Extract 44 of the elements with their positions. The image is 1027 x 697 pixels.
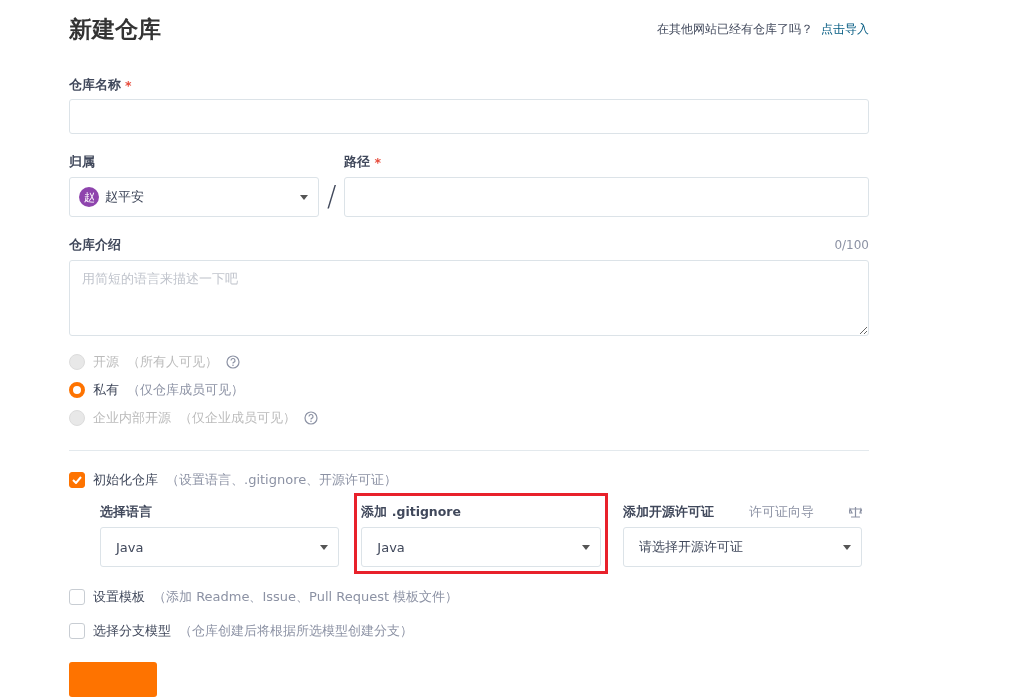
radio-label: 私有	[93, 381, 119, 400]
checkbox-hint: （仓库创建后将根据所选模型创建分支）	[179, 622, 413, 641]
required-mark: *	[374, 154, 381, 170]
radio-button[interactable]	[69, 382, 85, 399]
scale-icon	[848, 506, 862, 519]
caret-icon	[300, 194, 308, 200]
field-label: 仓库名称	[69, 77, 121, 95]
submit-button[interactable]	[69, 662, 157, 697]
path-separator: /	[327, 179, 337, 216]
import-link[interactable]: 点击导入	[821, 21, 869, 38]
caret-icon	[581, 544, 590, 550]
radio-label: 企业内部开源	[93, 409, 171, 428]
checkbox-label: 设置模板	[93, 588, 145, 607]
path-input[interactable]	[344, 177, 869, 218]
field-label: 仓库介绍	[69, 236, 121, 254]
page-title: 新建仓库	[69, 15, 161, 44]
checkbox-hint: （设置语言、.gitignore、开源许可证）	[166, 471, 398, 490]
required-mark: *	[125, 78, 132, 94]
checkbox[interactable]	[69, 472, 85, 489]
checkbox[interactable]	[69, 589, 85, 606]
caret-icon	[843, 544, 851, 550]
radio-label: 开源	[93, 353, 119, 372]
checkbox[interactable]	[69, 623, 85, 640]
radio-hint: （所有人可见）	[127, 353, 218, 372]
checkmark-icon	[72, 476, 82, 485]
field-label: 添加开源许可证	[622, 503, 714, 521]
owner-select[interactable]: 赵 赵平安	[69, 177, 319, 218]
name-input[interactable]	[69, 99, 869, 135]
checkbox-hint: （添加 Readme、Issue、Pull Request 模板文件）	[153, 588, 459, 607]
checkbox-label: 初始化仓库	[93, 471, 158, 490]
char-counter: 0/100	[834, 238, 869, 253]
field-label: 选择语言	[100, 503, 152, 521]
dropdown-select[interactable]: Java	[100, 527, 340, 568]
field-label: 归属	[69, 153, 95, 171]
dropdown-select[interactable]: Java	[361, 527, 601, 568]
radio-hint: （仅企业成员可见）	[179, 409, 296, 428]
caret-icon	[320, 544, 329, 550]
field-label: 路径	[344, 153, 371, 171]
import-prompt: 在其他网站已经有仓库了吗？	[657, 21, 813, 38]
avatar: 赵	[79, 187, 99, 208]
field-label: 添加 .gitignore	[361, 503, 461, 521]
dropdown-select[interactable]: 请选择开源许可证	[622, 527, 862, 568]
radio-hint: （仅仓库成员可见）	[127, 381, 244, 400]
checkbox-label: 选择分支模型	[93, 622, 171, 641]
